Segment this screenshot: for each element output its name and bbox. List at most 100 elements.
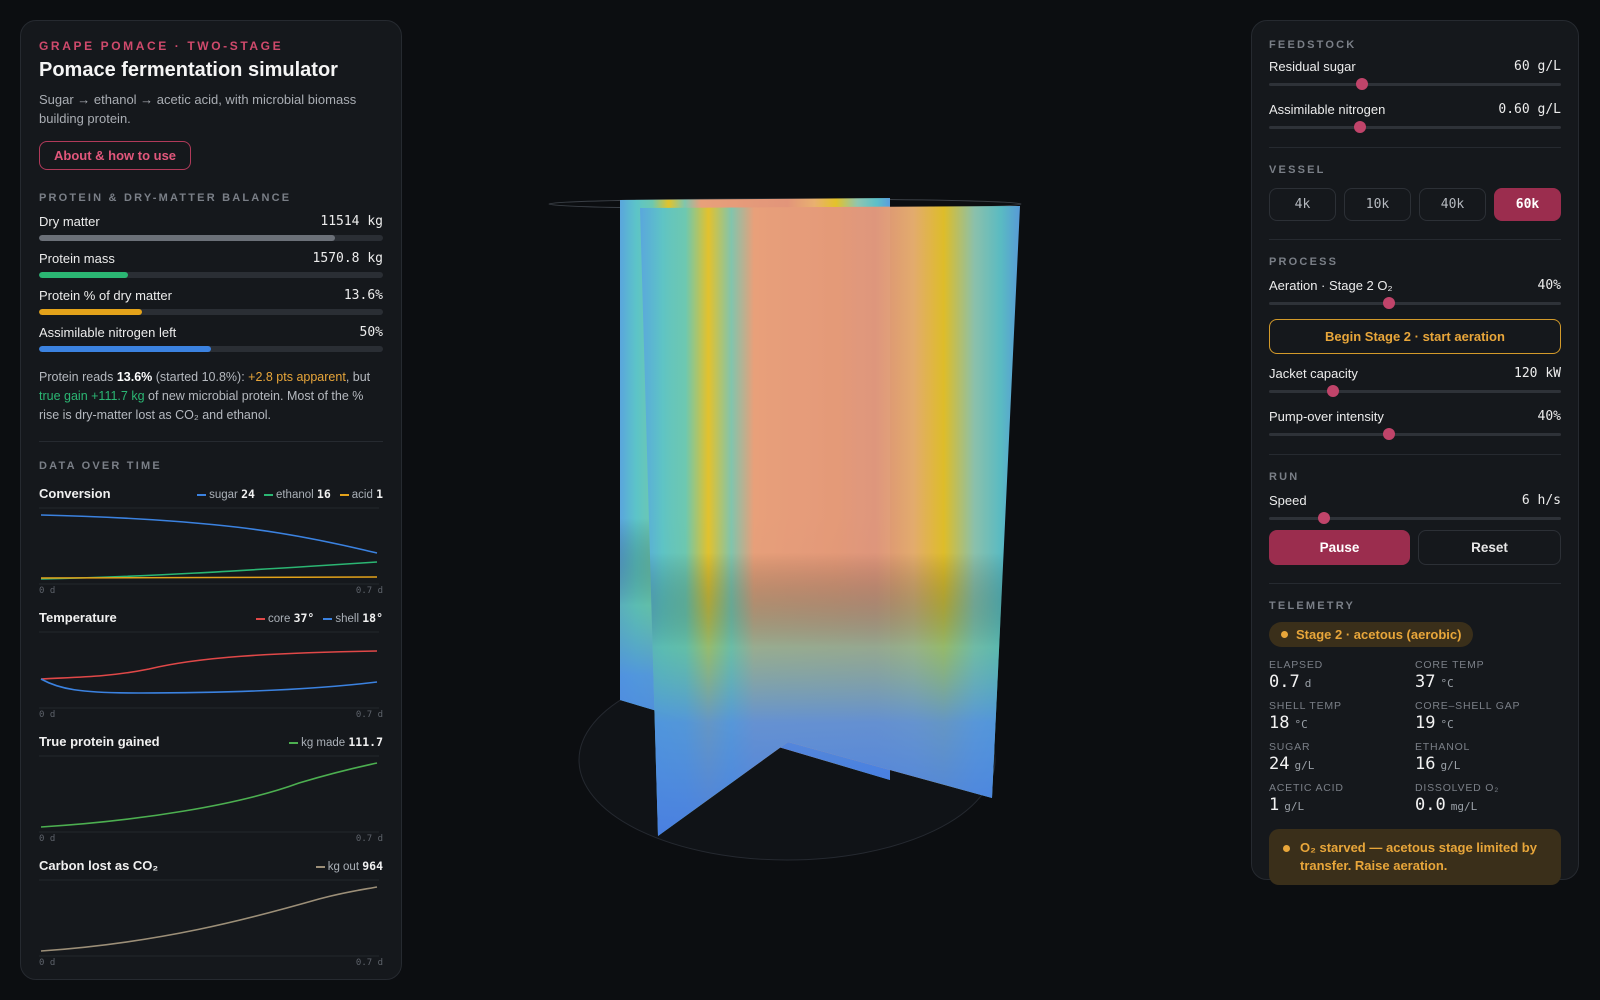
legend-swatch bbox=[197, 493, 207, 496]
slider-value: 6 h/s bbox=[1521, 493, 1561, 508]
note-gain: true gain +111.7 kg bbox=[39, 389, 145, 403]
axis-end: 0.7 d bbox=[355, 958, 383, 968]
telemetry-value: 0.0 bbox=[1415, 795, 1446, 815]
vessel-option-60k[interactable]: 60k bbox=[1494, 188, 1561, 221]
telemetry-unit: g/L bbox=[1284, 800, 1305, 813]
note-text: (started 10.8%): bbox=[152, 370, 249, 384]
telemetry-value: 0.7 bbox=[1269, 672, 1300, 692]
legend-value: 964 bbox=[362, 859, 383, 873]
chart-title: Carbon lost as CO₂ bbox=[39, 858, 159, 873]
slider-thumb[interactable] bbox=[1353, 121, 1366, 133]
legend-value: 18° bbox=[362, 611, 383, 625]
telemetry-label: DISSOLVED O₂ bbox=[1415, 782, 1500, 794]
time-chart: Conversion sugar 24 ethanol 16 acid 1 0 d 0.… bbox=[39, 486, 383, 596]
residual-sugar-slider[interactable]: Residual sugar 60 g/L bbox=[1269, 59, 1561, 90]
axis-start: 0 d bbox=[39, 710, 56, 720]
legend-name: core bbox=[268, 613, 291, 625]
series-line bbox=[40, 886, 378, 952]
status-dot-icon bbox=[1281, 631, 1288, 638]
legend-item: acid 1 bbox=[339, 487, 383, 501]
telemetry-unit: °C bbox=[1440, 677, 1454, 690]
slider-track[interactable] bbox=[1269, 297, 1561, 309]
chart-legend: kg out 964 bbox=[315, 859, 383, 873]
chart-plot bbox=[39, 631, 379, 709]
reset-button[interactable]: Reset bbox=[1418, 530, 1561, 565]
legend-value: 24 bbox=[241, 487, 255, 501]
legend-name: acid bbox=[351, 489, 373, 501]
telemetry-value-row: 24 g/L bbox=[1269, 754, 1415, 774]
legend-item: core 37° bbox=[256, 611, 314, 625]
legend-item: kg made 111.7 bbox=[289, 735, 383, 749]
axis-end: 0.7 d bbox=[355, 710, 383, 720]
series-line bbox=[40, 678, 378, 694]
slider-thumb[interactable] bbox=[1327, 385, 1340, 397]
legend-value: 1 bbox=[376, 487, 383, 501]
left-panel: GRAPE POMACE · TWO-STAGE Pomace fermenta… bbox=[20, 20, 402, 980]
page-subtitle: Sugar → ethanol → acetic acid, with micr… bbox=[39, 92, 357, 126]
slider-thumb[interactable] bbox=[1382, 428, 1395, 440]
telemetry-grid: ELAPSED 0.7 d CORE TEMP 37 °C SHELL TEMP 18 °C CO… bbox=[1269, 659, 1561, 815]
slider-thumb[interactable] bbox=[1318, 512, 1331, 524]
divider bbox=[1269, 147, 1561, 148]
slider-track[interactable] bbox=[1269, 78, 1561, 90]
chart-legend: kg made 111.7 bbox=[289, 735, 383, 749]
page-title: Pomace fermentation simulator bbox=[39, 59, 338, 81]
balance-section-heading: PROTEIN & DRY-MATTER BALANCE bbox=[39, 192, 292, 204]
telemetry-label: ELAPSED bbox=[1269, 659, 1324, 671]
slider-track[interactable] bbox=[1269, 121, 1561, 133]
metric-value: 13.6% bbox=[343, 288, 383, 303]
aeration-slider[interactable]: Aeration · Stage 2 O₂ 40% bbox=[1269, 278, 1561, 309]
telemetry-label: SHELL TEMP bbox=[1269, 700, 1342, 712]
vessel-heading: VESSEL bbox=[1269, 164, 1326, 176]
legend-item: sugar 24 bbox=[197, 487, 255, 501]
metric-value: 11514 kg bbox=[320, 214, 383, 229]
legend-item: kg out 964 bbox=[315, 859, 383, 873]
speed-slider[interactable]: Speed 6 h/s bbox=[1269, 493, 1561, 524]
stage-status-text: Stage 2 · acetous (aerobic) bbox=[1296, 627, 1462, 642]
chart-plot bbox=[39, 879, 379, 957]
chart-axis: 0 d 0.7 d bbox=[39, 586, 383, 596]
metric-value: 50% bbox=[359, 325, 383, 340]
axis-end: 0.7 d bbox=[355, 586, 383, 596]
chart-title: Temperature bbox=[39, 610, 117, 625]
telemetry-value: 18 bbox=[1269, 713, 1290, 733]
telemetry-value-row: 0.7 d bbox=[1269, 672, 1415, 692]
vessel-option-4k[interactable]: 4k bbox=[1269, 188, 1336, 221]
pause-button[interactable]: Pause bbox=[1269, 530, 1410, 565]
legend-name: kg out bbox=[327, 861, 360, 873]
begin-stage-2-button[interactable]: Begin Stage 2 · start aeration bbox=[1269, 319, 1561, 354]
assimilable-nitrogen-slider[interactable]: Assimilable nitrogen 0.60 g/L bbox=[1269, 102, 1561, 133]
balance-metric: Protein mass 1570.8 kg bbox=[39, 251, 383, 278]
slider-track[interactable] bbox=[1269, 385, 1561, 397]
slider-track[interactable] bbox=[1269, 428, 1561, 440]
slider-value: 40% bbox=[1537, 278, 1561, 293]
legend-swatch bbox=[289, 741, 299, 744]
legend-name: kg made bbox=[301, 737, 346, 749]
vessel-option-40k[interactable]: 40k bbox=[1419, 188, 1486, 221]
pump-over-slider[interactable]: Pump-over intensity 40% bbox=[1269, 409, 1561, 440]
note-text: , but bbox=[345, 370, 371, 384]
legend-name: sugar bbox=[209, 489, 238, 501]
telemetry-value: 16 bbox=[1415, 754, 1436, 774]
telemetry-label: CORE–SHELL GAP bbox=[1415, 700, 1521, 712]
jacket-capacity-slider[interactable]: Jacket capacity 120 kW bbox=[1269, 366, 1561, 397]
note-pct: 13.6% bbox=[116, 370, 153, 384]
slider-thumb[interactable] bbox=[1356, 78, 1369, 90]
vessel-option-10k[interactable]: 10k bbox=[1344, 188, 1411, 221]
divider bbox=[1269, 583, 1561, 584]
vessel-size-selector[interactable]: 4k 10k 40k 60k bbox=[1269, 188, 1561, 221]
about-button[interactable]: About & how to use bbox=[39, 141, 192, 170]
telemetry-item: CORE TEMP 37 °C bbox=[1415, 659, 1561, 692]
note-apparent: +2.8 pts apparent bbox=[248, 370, 346, 384]
feedstock-heading: FEEDSTOCK bbox=[1269, 39, 1357, 51]
slider-value: 120 kW bbox=[1514, 366, 1561, 381]
metric-label: Assimilable nitrogen left bbox=[39, 325, 177, 340]
telemetry-label: ETHANOL bbox=[1415, 741, 1471, 753]
metric-bar bbox=[39, 309, 383, 315]
chart-plot bbox=[39, 507, 379, 585]
slider-thumb[interactable] bbox=[1382, 297, 1395, 309]
vessel-3d-visualization[interactable] bbox=[540, 180, 1060, 880]
metric-bar-fill bbox=[39, 309, 143, 315]
note-text: Protein reads bbox=[39, 370, 117, 384]
slider-track[interactable] bbox=[1269, 512, 1561, 524]
